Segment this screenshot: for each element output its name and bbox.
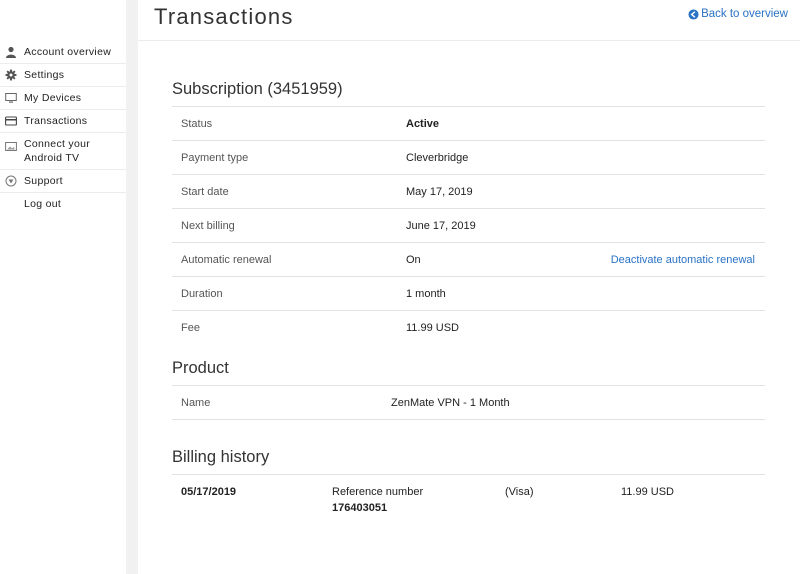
row-value: ZenMate VPN - 1 Month xyxy=(391,397,510,409)
log-out-icon-placeholder xyxy=(5,198,17,210)
sidebar-item-support[interactable]: Support xyxy=(0,170,126,193)
monitor-icon xyxy=(5,92,17,104)
row-label: Fee xyxy=(181,322,200,334)
row-value: 11.99 USD xyxy=(406,322,459,334)
sidebar-item-log-out[interactable]: Log out xyxy=(0,193,126,215)
tv-icon xyxy=(5,141,17,153)
sidebar-item-my-devices[interactable]: My Devices xyxy=(0,87,126,110)
subscription-row-duration: Duration 1 month xyxy=(172,277,765,311)
row-label: Start date xyxy=(181,186,229,198)
support-icon xyxy=(5,175,17,187)
user-icon xyxy=(5,46,17,58)
row-label: Status xyxy=(181,118,213,130)
billing-history-row: 05/17/2019 Reference number 176403051 (V… xyxy=(172,475,765,517)
subscription-row-automatic-renewal: Automatic renewal On Deactivate automati… xyxy=(172,243,765,277)
sidebar-item-label: Transactions xyxy=(24,115,88,127)
sidebar-item-label: Log out xyxy=(24,198,62,210)
sidebar-item-label: My Devices xyxy=(24,92,82,104)
billing-amount: 11.99 USD xyxy=(621,486,674,498)
page-title: Transactions xyxy=(154,4,294,29)
subscription-title: Subscription (3451959) xyxy=(172,78,765,107)
payment-method: (Visa) xyxy=(505,486,534,498)
back-link-label: Back to overview xyxy=(701,8,788,20)
row-value: May 17, 2019 xyxy=(406,186,473,198)
credit-card-icon xyxy=(5,115,17,127)
reference-number-value: 176403051 xyxy=(332,502,388,514)
arrow-left-icon xyxy=(688,8,699,20)
sidebar: Account overview Settings My Devices Tra… xyxy=(0,0,126,574)
reference-number-label: Reference number xyxy=(332,486,424,498)
subscription-row-fee: Fee 11.99 USD xyxy=(172,311,765,345)
billing-history-title: Billing history xyxy=(172,446,765,475)
row-label: Payment type xyxy=(181,152,249,164)
row-value: On xyxy=(406,254,421,266)
page-header: Transactions Back to overview xyxy=(138,0,800,41)
billing-date: 05/17/2019 xyxy=(181,486,237,498)
main-content: Subscription (3451959) Status Active Pay… xyxy=(172,78,765,517)
sidebar-item-account-overview[interactable]: Account overview xyxy=(0,41,126,64)
sidebar-item-label: Support xyxy=(24,175,63,187)
row-label: Automatic renewal xyxy=(181,254,272,266)
subscription-row-start-date: Start date May 17, 2019 xyxy=(172,175,765,209)
gear-icon xyxy=(5,69,17,81)
sidebar-item-transactions[interactable]: Transactions xyxy=(0,110,126,133)
row-value: Cleverbridge xyxy=(406,152,469,164)
deactivate-automatic-renewal-link[interactable]: Deactivate automatic renewal xyxy=(611,254,755,266)
product-row-name: Name ZenMate VPN - 1 Month xyxy=(172,386,765,420)
sidebar-item-settings[interactable]: Settings xyxy=(0,64,126,87)
subscription-row-payment-type: Payment type Cleverbridge xyxy=(172,141,765,175)
sidebar-nav: Account overview Settings My Devices Tra… xyxy=(0,41,126,215)
product-title: Product xyxy=(172,357,765,386)
row-label: Next billing xyxy=(181,220,235,232)
row-value: June 17, 2019 xyxy=(406,220,476,232)
sidebar-gutter xyxy=(126,0,138,574)
row-label: Duration xyxy=(181,288,223,300)
sidebar-item-label: Connect your Android TV xyxy=(24,138,91,164)
row-value: Active xyxy=(406,118,440,130)
back-to-overview-link[interactable]: Back to overview xyxy=(688,8,788,20)
sidebar-item-connect-android-tv[interactable]: Connect your Android TV xyxy=(0,133,126,170)
subscription-row-next-billing: Next billing June 17, 2019 xyxy=(172,209,765,243)
row-label: Name xyxy=(181,397,211,409)
subscription-row-status: Status Active xyxy=(172,107,765,141)
sidebar-item-label: Settings xyxy=(24,69,65,81)
sidebar-item-label: Account overview xyxy=(24,46,112,58)
row-value: 1 month xyxy=(406,288,446,300)
